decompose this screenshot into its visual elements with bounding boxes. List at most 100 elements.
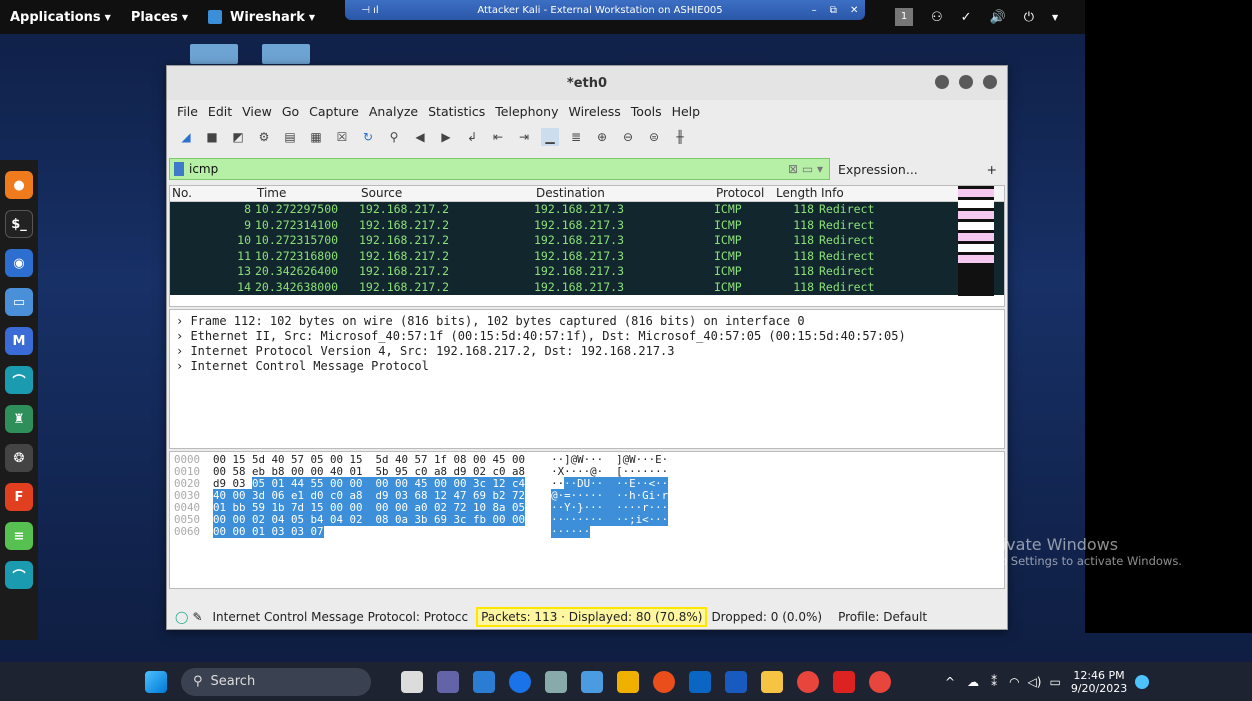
clock[interactable]: 12:46 PM 9/20/2023 [1071,669,1127,695]
start-icon[interactable] [145,670,167,693]
task-view-icon[interactable] [401,670,423,693]
remote-desktop-icon[interactable] [473,670,495,693]
wifi-icon[interactable]: ◠ [1009,675,1019,689]
comment-icon[interactable]: ✎ [192,610,202,624]
col-time[interactable]: Time [255,186,359,201]
packet-minimap[interactable] [958,186,994,296]
resize-columns-icon[interactable]: ╫ [671,128,689,146]
hex-line[interactable]: 0060 00 00 01 03 03 07 ······ [174,525,1000,538]
window-titlebar[interactable]: *eth0 [167,66,1007,100]
power-icon[interactable]: ⏻ [1024,10,1034,25]
menu-wireless[interactable]: Wireless [568,104,620,119]
packet-row[interactable]: 9 10.272314100 192.168.217.2 192.168.217.3 I… [170,217,1004,233]
packet-bytes[interactable]: 0000 00 15 5d 40 57 05 00 15 5d 40 57 1f… [169,451,1005,589]
close-file-icon[interactable]: ☒ [333,128,351,146]
zoom-out-icon[interactable]: ⊖ [619,128,637,146]
network-icon[interactable]: ✓ [961,10,972,25]
find-packet-icon[interactable]: ⚲ [385,128,403,146]
close-icon[interactable]: ✕ [850,5,858,16]
save-file-icon[interactable]: ▦ [307,128,325,146]
last-packet-icon[interactable]: ⇥ [515,128,533,146]
menu-tools[interactable]: Tools [631,104,662,119]
onedrive-icon[interactable]: ☁ [967,675,979,689]
col-destination[interactable]: Destination [534,186,714,201]
menu-help[interactable]: Help [672,104,701,119]
col-length[interactable]: Length [774,186,819,201]
folder-icon[interactable] [262,44,310,64]
detail-frame[interactable]: › Frame 112: 102 bytes on wire (816 bits… [176,314,998,329]
notes-icon[interactable]: ≡ [5,522,33,550]
applications-menu[interactable]: Applications ▼ [0,10,121,25]
add-filter-button[interactable]: + [987,162,997,177]
forward-icon[interactable]: ▶ [437,128,455,146]
packet-row[interactable]: 11 10.272316800 192.168.217.2 192.168.217.3… [170,248,1004,264]
minimize-icon[interactable]: – [812,5,817,16]
colorize-icon[interactable]: ≣ [567,128,585,146]
open-file-icon[interactable]: ▤ [281,128,299,146]
start-capture-icon[interactable]: ◢ [177,128,195,146]
app-icon[interactable] [653,670,675,693]
maximize-button[interactable] [959,75,973,89]
battery-icon[interactable]: ▭ [1049,675,1060,689]
chevron-down-icon[interactable]: ▼ [1052,13,1058,22]
back-icon[interactable]: ◀ [411,128,429,146]
first-packet-icon[interactable]: ⇤ [489,128,507,146]
packet-row[interactable]: 14 20.342638000 192.168.217.2 192.168.217.3… [170,279,1004,295]
f-icon[interactable]: F [5,483,33,511]
capture-options-icon[interactable]: ⚙ [255,128,273,146]
close-button[interactable] [983,75,997,89]
terminal-icon[interactable]: $_ [5,210,33,238]
app-icon[interactable] [617,670,639,693]
palette-icon[interactable]: ❂ [5,444,33,472]
eye-icon[interactable]: ◉ [5,249,33,277]
restart-capture-icon[interactable]: ◩ [229,128,247,146]
restore-icon[interactable]: ⧉ [830,5,837,16]
workspace-indicator[interactable]: 1 [895,8,913,26]
pin-signal-icon[interactable]: ⊣ ıl [345,5,395,16]
autoscroll-icon[interactable]: ▁ [541,128,559,146]
firefox-icon[interactable]: ● [5,171,33,199]
col-source[interactable]: Source [359,186,534,201]
users-icon[interactable]: ⚇ [931,10,943,25]
reload-icon[interactable]: ↻ [359,128,377,146]
zoom-in-icon[interactable]: ⊕ [593,128,611,146]
bookmark-icon[interactable] [174,162,184,176]
wireshark-menu[interactable]: Wireshark ▼ [198,10,325,25]
clear-filter-icon[interactable]: ⊠ ▭ ▾ [788,162,823,176]
folder-icon[interactable] [190,44,238,64]
files-icon[interactable]: ▭ [5,288,33,316]
wireshark-dock-icon[interactable]: ⌒ [5,561,33,589]
chrome-icon[interactable] [869,670,891,693]
menu-telephony[interactable]: Telephony [495,104,558,119]
file-explorer-icon[interactable] [761,670,783,693]
menu-edit[interactable]: Edit [208,104,232,119]
detail-icmp[interactable]: › Internet Control Message Protocol [176,359,998,374]
packet-row[interactable]: 8 10.272297500 192.168.217.2 192.168.217.3 I… [170,202,1004,218]
metasploit-icon[interactable]: M [5,327,33,355]
acrobat-icon[interactable] [833,670,855,693]
display-filter-input[interactable]: icmp ⊠ ▭ ▾ [169,158,830,180]
col-no[interactable]: No. [170,186,255,201]
expert-info-icon[interactable]: ◯ [175,610,188,624]
goto-packet-icon[interactable]: ↲ [463,128,481,146]
minimize-button[interactable] [935,75,949,89]
menu-view[interactable]: View [242,104,272,119]
packet-list[interactable]: No. Time Source Destination Protocol Len… [169,185,1005,307]
normal-size-icon[interactable]: ⊜ [645,128,663,146]
volume-icon[interactable]: 🔊 [990,10,1006,25]
detail-ip[interactable]: › Internet Protocol Version 4, Src: 192.… [176,344,998,359]
packet-details[interactable]: › Frame 112: 102 bytes on wire (816 bits… [169,309,1005,449]
tray-overflow-icon[interactable]: ^ [945,675,955,689]
expression-button[interactable]: Expression... [838,162,918,177]
volume-icon[interactable]: ◁) [1028,675,1042,689]
mail-icon[interactable] [689,670,711,693]
wireshark-dock-icon[interactable]: ⌒ [5,366,33,394]
detail-ethernet[interactable]: › Ethernet II, Src: Microsof_40:57:1f (0… [176,329,998,344]
menu-go[interactable]: Go [282,104,299,119]
notification-icon[interactable] [1135,674,1150,689]
places-menu[interactable]: Places ▼ [121,10,198,25]
menu-analyze[interactable]: Analyze [369,104,418,119]
col-protocol[interactable]: Protocol [714,186,774,201]
menu-file[interactable]: File [177,104,198,119]
cortana-icon[interactable] [509,670,531,693]
